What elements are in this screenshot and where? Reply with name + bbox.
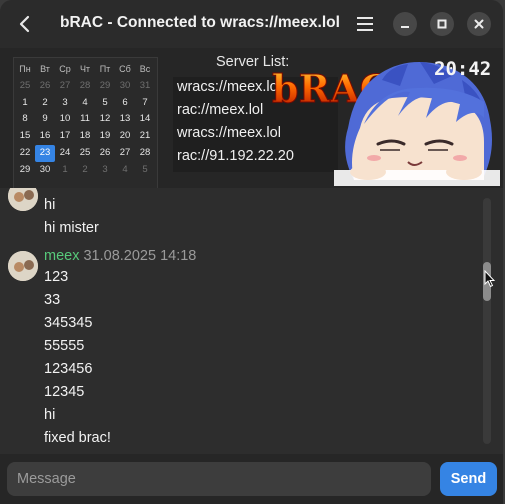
calendar-day[interactable]: 12 bbox=[95, 111, 115, 128]
calendar-weekday: Чт bbox=[79, 64, 91, 74]
calendar-day[interactable]: 26 bbox=[35, 78, 55, 95]
calendar-day[interactable]: 25 bbox=[75, 145, 95, 162]
scrollbar-track[interactable] bbox=[483, 198, 491, 444]
calendar-day-today[interactable]: 23 bbox=[35, 144, 55, 162]
calendar-day[interactable]: 3 bbox=[95, 162, 115, 179]
calendar-day[interactable]: 20 bbox=[115, 128, 135, 145]
calendar-day[interactable]: 26 bbox=[95, 145, 115, 162]
calendar-day[interactable]: 17 bbox=[55, 128, 75, 145]
message-text: 123456 bbox=[44, 361, 93, 377]
app-window: bRAC - Connected to wracs://meex.lol Пн В… bbox=[0, 0, 503, 504]
menu-button[interactable] bbox=[352, 12, 378, 36]
calendar-weekday: Вт bbox=[40, 64, 50, 74]
minimize-icon bbox=[401, 26, 409, 28]
message-text: hi bbox=[44, 407, 56, 423]
server-item[interactable]: wracs://meex.lol bbox=[177, 79, 281, 95]
calendar-day[interactable]: 19 bbox=[95, 128, 115, 145]
calendar-day[interactable]: 13 bbox=[115, 111, 135, 128]
calendar-day[interactable]: 7 bbox=[135, 95, 155, 112]
calendar-day[interactable]: 18 bbox=[75, 128, 95, 145]
message-text: 12345 bbox=[44, 384, 85, 400]
calendar-day[interactable]: 27 bbox=[115, 145, 135, 162]
message-timestamp: 31.08.2025 14:18 bbox=[83, 248, 197, 264]
calendar-day[interactable]: 29 bbox=[15, 162, 35, 179]
calendar-day[interactable]: 1 bbox=[55, 162, 75, 179]
header-bar: bRAC - Connected to wracs://meex.lol bbox=[0, 0, 503, 48]
calendar-day[interactable]: 8 bbox=[15, 111, 35, 128]
calendar-day[interactable]: 22 bbox=[15, 145, 35, 162]
calendar-day[interactable]: 24 bbox=[55, 145, 75, 162]
server-item[interactable]: rac://91.192.22.20 bbox=[177, 148, 294, 164]
mouse-cursor-icon bbox=[484, 270, 496, 288]
calendar-day[interactable]: 30 bbox=[35, 162, 55, 179]
window-title: bRAC - Connected to wracs://meex.lol bbox=[60, 14, 340, 31]
composer-bar: Send bbox=[0, 454, 503, 504]
message-text: hi mister bbox=[44, 220, 99, 236]
message-header: meex 31.08.2025 14:18 bbox=[44, 248, 196, 264]
calendar-day[interactable]: 11 bbox=[75, 111, 95, 128]
calendar-day[interactable]: 28 bbox=[75, 78, 95, 95]
avatar bbox=[8, 251, 38, 281]
calendar-day[interactable]: 31 bbox=[135, 78, 155, 95]
avatar-image bbox=[8, 251, 38, 281]
calendar-day[interactable]: 16 bbox=[35, 128, 55, 145]
calendar-weekday: Вс bbox=[139, 64, 151, 74]
author-name[interactable]: meex bbox=[44, 248, 79, 264]
calendar-day[interactable]: 2 bbox=[35, 95, 55, 112]
calendar-day[interactable]: 25 bbox=[15, 78, 35, 95]
calendar-weekday: Пт bbox=[99, 64, 111, 74]
calendar-day[interactable]: 27 bbox=[55, 78, 75, 95]
close-icon bbox=[474, 19, 484, 29]
maximize-button[interactable] bbox=[430, 12, 454, 36]
calendar-day[interactable]: 15 bbox=[15, 128, 35, 145]
clock: 20:42 bbox=[434, 58, 492, 80]
calendar-weekday: Пн bbox=[19, 64, 31, 74]
send-button[interactable]: Send bbox=[440, 462, 497, 496]
calendar-day[interactable]: 29 bbox=[95, 78, 115, 95]
calendar-day[interactable]: 21 bbox=[135, 128, 155, 145]
server-item[interactable]: rac://meex.lol bbox=[177, 102, 263, 118]
calendar-day[interactable]: 1 bbox=[15, 95, 35, 112]
calendar-weekday: Сб bbox=[119, 64, 131, 74]
avatar bbox=[8, 188, 38, 211]
calendar-day[interactable]: 5 bbox=[95, 95, 115, 112]
calendar-day[interactable]: 4 bbox=[75, 95, 95, 112]
message-text: fixed brac! bbox=[44, 430, 111, 446]
calendar-day[interactable]: 2 bbox=[75, 162, 95, 179]
back-button[interactable] bbox=[12, 11, 38, 37]
calendar-day[interactable]: 30 bbox=[115, 78, 135, 95]
back-arrow-icon bbox=[19, 15, 30, 33]
close-button[interactable] bbox=[467, 12, 491, 36]
message-input[interactable] bbox=[7, 462, 431, 496]
calendar-day[interactable]: 28 bbox=[135, 145, 155, 162]
minimize-button[interactable] bbox=[393, 12, 417, 36]
maximize-icon bbox=[437, 19, 447, 29]
server-item[interactable]: wracs://meex.lol bbox=[177, 125, 281, 141]
message-text: 33 bbox=[44, 292, 61, 308]
calendar-weekday: Ср bbox=[59, 64, 71, 74]
calendar-day[interactable]: 3 bbox=[55, 95, 75, 112]
calendar-day[interactable]: 5 bbox=[135, 162, 155, 179]
message-text: hi bbox=[44, 197, 56, 213]
calendar-day[interactable]: 14 bbox=[135, 111, 155, 128]
calendar-grid: Пн Вт Ср Чт Пт Сб Вс 25 26 27 28 29 30 31 1 2 3 4 5 6 7 8 9 10 1… bbox=[14, 58, 157, 179]
avatar-image bbox=[8, 188, 38, 211]
message-text: 345345 bbox=[44, 315, 93, 331]
calendar-day[interactable]: 10 bbox=[55, 111, 75, 128]
message-text: 55555 bbox=[44, 338, 85, 354]
calendar-day[interactable]: 6 bbox=[115, 95, 135, 112]
calendar-day[interactable]: 4 bbox=[115, 162, 135, 179]
hamburger-menu-icon bbox=[357, 17, 373, 31]
calendar-day[interactable]: 9 bbox=[35, 111, 55, 128]
chat-area: hi hi mister meex 31.08.2025 14:18 123 33… bbox=[0, 188, 503, 450]
message-text: 123 bbox=[44, 269, 69, 285]
top-panel: Пн Вт Ср Чт Пт Сб Вс 25 26 27 28 29 30 31 1 2 3 4 5 6 7 8 9 10 1… bbox=[0, 48, 503, 229]
